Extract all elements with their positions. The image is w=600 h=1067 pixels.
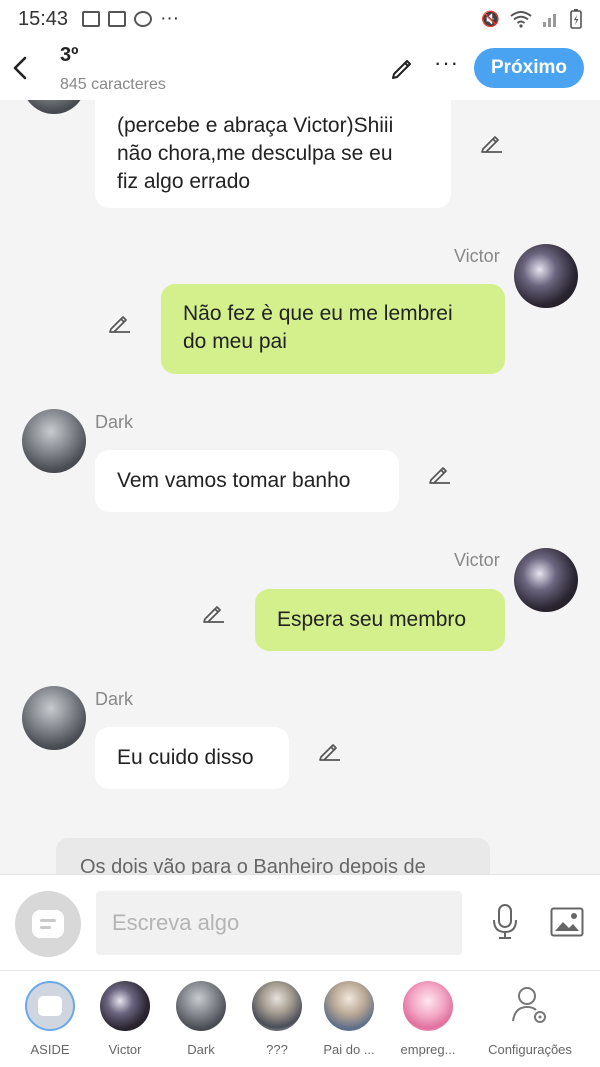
tab-label: Configurações <box>488 1042 572 1057</box>
speaker-name: Victor <box>454 550 500 570</box>
aside-tab-icon <box>25 981 75 1031</box>
message-text: (percebe e abraça Victor)Shiii <box>117 114 394 137</box>
edit-message-icon[interactable] <box>428 461 452 485</box>
next-button[interactable]: Próximo <box>474 48 584 88</box>
tab-label: empreg... <box>400 1042 456 1057</box>
system-icons: 🔇 <box>481 9 582 29</box>
message-bubble[interactable]: Espera seu membro <box>255 589 505 651</box>
message-bubble[interactable]: (percebe e abraça Victor)Shiii não chora… <box>95 100 451 208</box>
tab-dark[interactable]: Dark <box>161 981 241 1057</box>
user-settings-icon <box>512 987 546 1023</box>
notification-icons: ··· <box>82 8 179 30</box>
message-text: fiz algo errado <box>117 170 251 193</box>
chapter-title: 3º <box>60 44 79 66</box>
edit-message-icon[interactable] <box>318 738 342 762</box>
tab-pai[interactable]: Pai do ... <box>309 981 389 1057</box>
message-text: Eu cuido disso <box>117 746 254 769</box>
edit-message-icon[interactable] <box>202 600 226 624</box>
tab-label: ASIDE <box>30 1042 70 1057</box>
tab-label: Pai do ... <box>323 1042 375 1057</box>
aside-icon <box>32 910 64 938</box>
back-button[interactable] <box>12 50 36 84</box>
message-input[interactable] <box>96 891 462 955</box>
battery-icon <box>570 9 582 29</box>
message-bubble[interactable]: Não fez è que eu me lembrei do meu pai <box>161 284 505 374</box>
status-bar: 15:43 ··· 🔇 <box>0 0 600 38</box>
image-icon <box>550 907 584 937</box>
gallery-notification-icon <box>82 11 101 27</box>
victor-avatar[interactable] <box>514 244 578 308</box>
message-text: Espera seu membro <box>277 608 467 631</box>
image-button[interactable] <box>550 907 584 942</box>
character-count: 845 caracteres <box>60 76 166 93</box>
speaker-name: Victor <box>454 246 500 266</box>
speaker-name: Dark <box>95 412 134 432</box>
signal-icon <box>543 14 556 27</box>
message-text: do meu pai <box>183 330 287 353</box>
tab-label: Dark <box>187 1042 215 1057</box>
avatar <box>176 981 226 1031</box>
dark-avatar[interactable] <box>22 409 86 473</box>
tab-settings[interactable]: Configurações <box>480 981 580 1057</box>
chevron-left-icon <box>13 56 27 80</box>
tab-label: Victor <box>108 1042 142 1057</box>
dark-avatar[interactable] <box>22 100 86 114</box>
status-time: 15:43 <box>18 7 69 30</box>
message-text: não chora,me desculpa se eu <box>117 142 393 165</box>
speaker-name: Dark <box>95 689 134 709</box>
voicemail-notification-icon <box>108 11 127 27</box>
avatar <box>252 981 302 1031</box>
edit-message-icon[interactable] <box>480 130 504 154</box>
tab-unknown[interactable]: ??? <box>237 981 317 1057</box>
pencil-icon <box>392 60 411 79</box>
tab-label: ??? <box>266 1042 288 1057</box>
message-text: Vem vamos tomar banho <box>117 469 351 492</box>
tab-victor[interactable]: Victor <box>85 981 165 1057</box>
character-tab-bar: ASIDE Victor Dark ??? Pai do ... empreg.… <box>0 970 600 1067</box>
more-options-button[interactable]: ··· <box>434 50 459 76</box>
message-bubble[interactable]: Vem vamos tomar banho <box>95 450 399 512</box>
aside-toggle-button[interactable] <box>15 891 81 957</box>
avatar <box>100 981 150 1031</box>
avatar <box>324 981 374 1031</box>
narration-text: Os dois vão para o Banheiro depois de <box>80 856 426 874</box>
mute-icon: 🔇 <box>481 11 500 28</box>
tab-aside[interactable]: ASIDE <box>10 981 90 1057</box>
more-notifications-icon: ··· <box>160 8 180 29</box>
edit-message-icon[interactable] <box>108 310 132 334</box>
message-text: Não fez è que eu me lembrei <box>183 302 453 325</box>
chat-header: 3º 845 caracteres ··· Próximo <box>0 38 600 100</box>
pinterest-notification-icon <box>134 11 153 27</box>
composer <box>0 874 600 970</box>
avatar <box>505 981 555 1031</box>
narration-block[interactable]: Os dois vão para o Banheiro depois de <box>56 838 490 874</box>
victor-avatar[interactable] <box>514 548 578 612</box>
wifi-icon <box>510 11 532 28</box>
microphone-icon <box>493 904 517 939</box>
voice-button[interactable] <box>490 903 520 946</box>
chat-area[interactable]: (percebe e abraça Victor)Shiii não chora… <box>0 100 600 874</box>
message-bubble[interactable]: Eu cuido disso <box>95 727 289 789</box>
tab-empregada[interactable]: empreg... <box>388 981 468 1057</box>
avatar <box>403 981 453 1031</box>
dark-avatar[interactable] <box>22 686 86 750</box>
edit-title-button[interactable] <box>390 54 416 85</box>
